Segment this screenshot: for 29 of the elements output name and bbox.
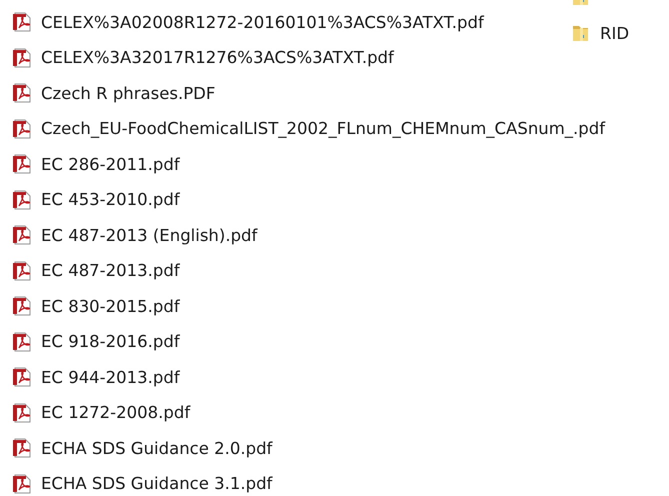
file-item[interactable]: CELEX%3A32017R1276%3ACS%3ATXT.pdf <box>12 46 394 68</box>
pdf-file-icon <box>12 225 32 245</box>
pdf-file-icon <box>12 190 32 210</box>
file-item[interactable]: EC 830-2015.pdf <box>12 295 180 317</box>
pdf-file-icon <box>12 438 32 458</box>
pdf-file-icon <box>12 154 32 174</box>
pdf-file-icon <box>12 474 32 494</box>
file-item[interactable]: EC 944-2013.pdf <box>12 366 180 388</box>
pdf-file-icon <box>12 402 32 422</box>
file-item[interactable]: ECHA SDS Guidance 3.1.pdf <box>12 472 272 494</box>
pdf-file-icon <box>12 118 32 138</box>
pdf-file-icon <box>12 12 32 32</box>
file-item[interactable]: ECHA SDS Guidance 2.0.pdf <box>12 437 272 459</box>
file-item[interactable]: Czech R phrases.PDF <box>12 82 216 104</box>
pdf-file-icon <box>12 332 32 352</box>
pdf-file-icon <box>12 260 32 280</box>
file-item[interactable]: EC 286-2011.pdf <box>12 153 180 175</box>
folder-item[interactable]: RID <box>571 22 630 44</box>
pdf-file-icon <box>12 367 32 387</box>
file-item[interactable]: EC 453-2010.pdf <box>12 188 180 210</box>
file-item[interactable]: CELEX%3A02008R1272-20160101%3ACS%3ATXT.pdf <box>12 11 484 33</box>
file-item[interactable]: EC 918-2016.pdf <box>12 330 180 352</box>
file-item[interactable]: EC 1272-2008.pdf <box>12 402 190 424</box>
pdf-file-icon <box>12 83 32 103</box>
pdf-file-icon <box>12 48 32 68</box>
file-item[interactable]: EC 487-2013 (English).pdf <box>12 224 258 246</box>
pdf-file-icon <box>12 296 32 316</box>
file-item[interactable]: Czech_EU-FoodChemicalLIST_2002_FLnum_CHEMnum_CASnum_.pdf <box>12 118 606 140</box>
file-item[interactable]: EC 487-2013.pdf <box>12 260 180 282</box>
